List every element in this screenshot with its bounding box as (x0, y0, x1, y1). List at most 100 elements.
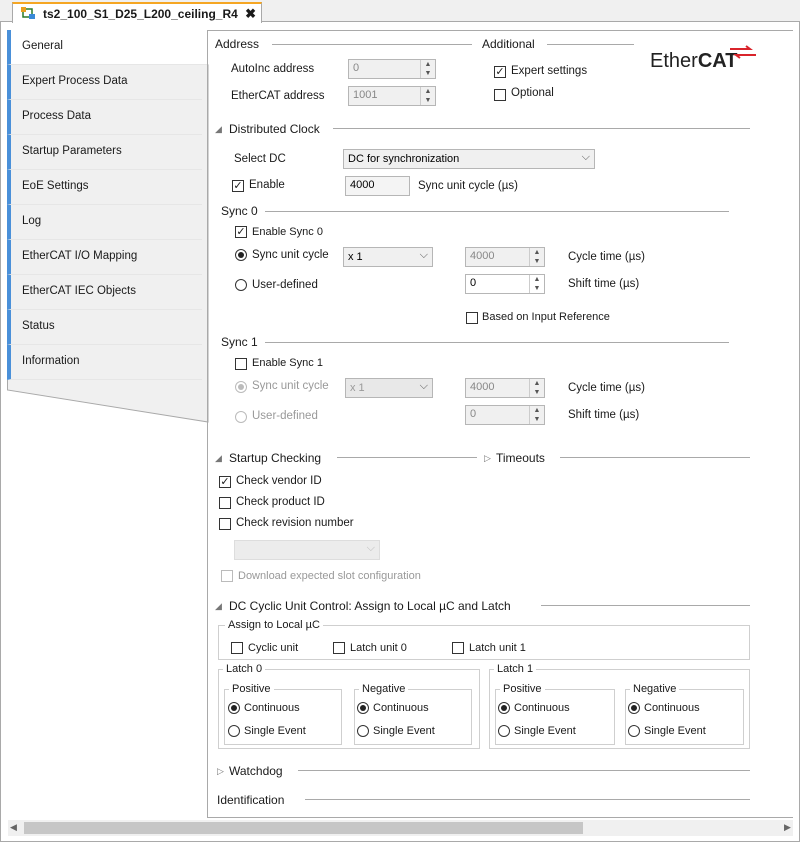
based-on-input-checkbox[interactable] (466, 312, 478, 324)
scroll-left-icon[interactable]: ◀ (10, 822, 17, 833)
select-dc-label: Select DC (234, 153, 286, 165)
spinner-icon[interactable]: ▲ ▼ (420, 60, 435, 78)
spinner-icon[interactable]: ▲ ▼ (529, 379, 544, 397)
sync0-unit-label: Sync unit cycle (252, 249, 329, 261)
sidebar-item-log[interactable]: Log (7, 205, 202, 240)
check-vendor-checkbox[interactable]: ✓ (219, 476, 231, 488)
enable-sync1-checkbox[interactable] (235, 358, 247, 370)
sidebar-item-label: Status (22, 320, 55, 332)
sync0-cycle-field[interactable]: 4000 ▲ ▼ (465, 247, 545, 267)
continuous-label: Continuous (244, 702, 300, 714)
sidebar-item-label: EtherCAT I/O Mapping (22, 250, 138, 262)
latch-unit0-checkbox[interactable] (333, 642, 345, 654)
divider (333, 128, 750, 129)
sidebar-item-label: General (22, 40, 63, 52)
ethercat-address-field[interactable]: 1001 ▲ ▼ (348, 86, 436, 106)
select-dc-dropdown[interactable]: DC for synchronization ⌵ (343, 149, 595, 169)
sync1-user-radio[interactable] (235, 411, 247, 423)
single-event-label: Single Event (514, 725, 576, 737)
check-product-label: Check product ID (236, 496, 325, 508)
sidebar-item-information[interactable]: Information (7, 345, 202, 380)
document-tab[interactable]: ts2_100_S1_D25_L200_ceiling_R4 ✖ (12, 2, 262, 23)
cyclic-unit-label: Cyclic unit (248, 642, 299, 654)
sidebar-item-label: Log (22, 215, 42, 227)
l1-pos-continuous-radio[interactable] (498, 702, 510, 714)
sidebar-item-iec-objects[interactable]: EtherCAT IEC Objects (7, 275, 202, 310)
single-event-label: Single Event (244, 725, 306, 737)
sync0-user-label: User-defined (252, 279, 318, 291)
scroll-right-icon[interactable]: ▶ (784, 822, 791, 833)
sync0-shift-field[interactable]: 0 ▲ ▼ (465, 274, 545, 294)
check-vendor-label: Check vendor ID (236, 475, 322, 487)
sidebar-item-expert-process-data[interactable]: Expert Process Data (7, 65, 202, 100)
spinner-icon[interactable]: ▲ ▼ (529, 248, 544, 266)
divider (265, 342, 729, 343)
scrollbar-thumb[interactable] (24, 822, 583, 834)
l0-pos-continuous-radio[interactable] (228, 702, 240, 714)
sidebar-item-status[interactable]: Status (7, 310, 202, 345)
sync0-multiplier-dropdown[interactable]: x 1 ⌵ (343, 247, 433, 267)
sync1-shift-label: Shift time (µs) (568, 409, 640, 421)
sidebar-item-process-data[interactable]: Process Data (7, 100, 202, 135)
latch-unit1-checkbox[interactable] (452, 642, 464, 654)
optional-checkbox[interactable] (494, 89, 506, 101)
continuous-label: Continuous (373, 702, 429, 714)
divider (547, 44, 634, 45)
collapse-triangle-icon[interactable]: ◢ (215, 601, 222, 612)
close-icon[interactable]: ✖ (245, 6, 256, 22)
sync-cycle-label: Sync unit cycle (µs) (418, 180, 518, 192)
l0-neg-continuous-radio[interactable] (357, 702, 369, 714)
sync1-shift-field[interactable]: 0 ▲ ▼ (465, 405, 545, 425)
chevron-down-icon: ⌵ (366, 542, 375, 554)
optional-label: Optional (511, 87, 554, 99)
enable-sync0-checkbox[interactable]: ✓ (235, 226, 247, 238)
sync1-user-label: User-defined (252, 410, 318, 422)
positive-label: Positive (500, 683, 545, 695)
l1-neg-single-radio[interactable] (628, 725, 640, 737)
check-product-checkbox[interactable] (219, 497, 231, 509)
expand-triangle-icon[interactable]: ▷ (484, 453, 491, 464)
spinner-icon[interactable]: ▲ ▼ (420, 87, 435, 105)
sidebar-item-general[interactable]: General (7, 30, 209, 65)
enable-sync1-label: Enable Sync 1 (252, 357, 323, 369)
download-config-checkbox[interactable] (221, 570, 233, 582)
single-event-label: Single Event (373, 725, 435, 737)
dc-cyclic-header: DC Cyclic Unit Control: Assign to Local … (229, 599, 511, 613)
document-tab-title: ts2_100_S1_D25_L200_ceiling_R4 (43, 7, 238, 21)
startup-checking-header: Startup Checking (229, 451, 322, 465)
expand-triangle-icon[interactable]: ▷ (217, 766, 224, 777)
sync0-user-radio[interactable] (235, 279, 247, 291)
divider (265, 211, 729, 212)
sync0-unit-radio[interactable] (235, 249, 247, 261)
autoinc-field[interactable]: 0 ▲ ▼ (348, 59, 436, 79)
expert-settings-label: Expert settings (511, 65, 588, 77)
sidebar-item-io-mapping[interactable]: EtherCAT I/O Mapping (7, 240, 202, 275)
negative-label: Negative (359, 683, 409, 695)
ethercat-logo: EtherCAT (650, 50, 738, 72)
collapse-triangle-icon[interactable]: ◢ (215, 453, 222, 464)
sync1-multiplier-dropdown[interactable]: x 1 ⌵ (345, 378, 433, 398)
check-revision-checkbox[interactable] (219, 518, 231, 530)
sync1-unit-radio[interactable] (235, 381, 247, 393)
device-tree-icon (21, 7, 35, 19)
cyclic-unit-checkbox[interactable] (231, 642, 243, 654)
sync-cycle-field[interactable]: 4000 (345, 176, 410, 196)
collapse-triangle-icon[interactable]: ◢ (215, 124, 222, 135)
sidebar-item-startup-parameters[interactable]: Startup Parameters (7, 135, 202, 170)
sidebar-item-label: Expert Process Data (22, 75, 128, 87)
l1-neg-continuous-radio[interactable] (628, 702, 640, 714)
l0-pos-single-radio[interactable] (228, 725, 240, 737)
sync1-cycle-field[interactable]: 4000 ▲ ▼ (465, 378, 545, 398)
l0-neg-single-radio[interactable] (357, 725, 369, 737)
revision-dropdown[interactable]: ⌵ (234, 540, 380, 560)
sync1-cycle-label: Cycle time (µs) (568, 382, 645, 394)
dc-enable-checkbox[interactable]: ✓ (232, 180, 244, 192)
expert-settings-checkbox[interactable]: ✓ (494, 66, 506, 78)
sidebar-item-label: EoE Settings (22, 180, 89, 192)
spinner-icon[interactable]: ▲ ▼ (529, 406, 544, 424)
l1-pos-single-radio[interactable] (498, 725, 510, 737)
download-config-label: Download expected slot configuration (238, 570, 421, 582)
spinner-icon[interactable]: ▲ ▼ (529, 275, 544, 293)
sidebar-item-label: Information (22, 355, 80, 367)
sidebar-item-eoe-settings[interactable]: EoE Settings (7, 170, 202, 205)
